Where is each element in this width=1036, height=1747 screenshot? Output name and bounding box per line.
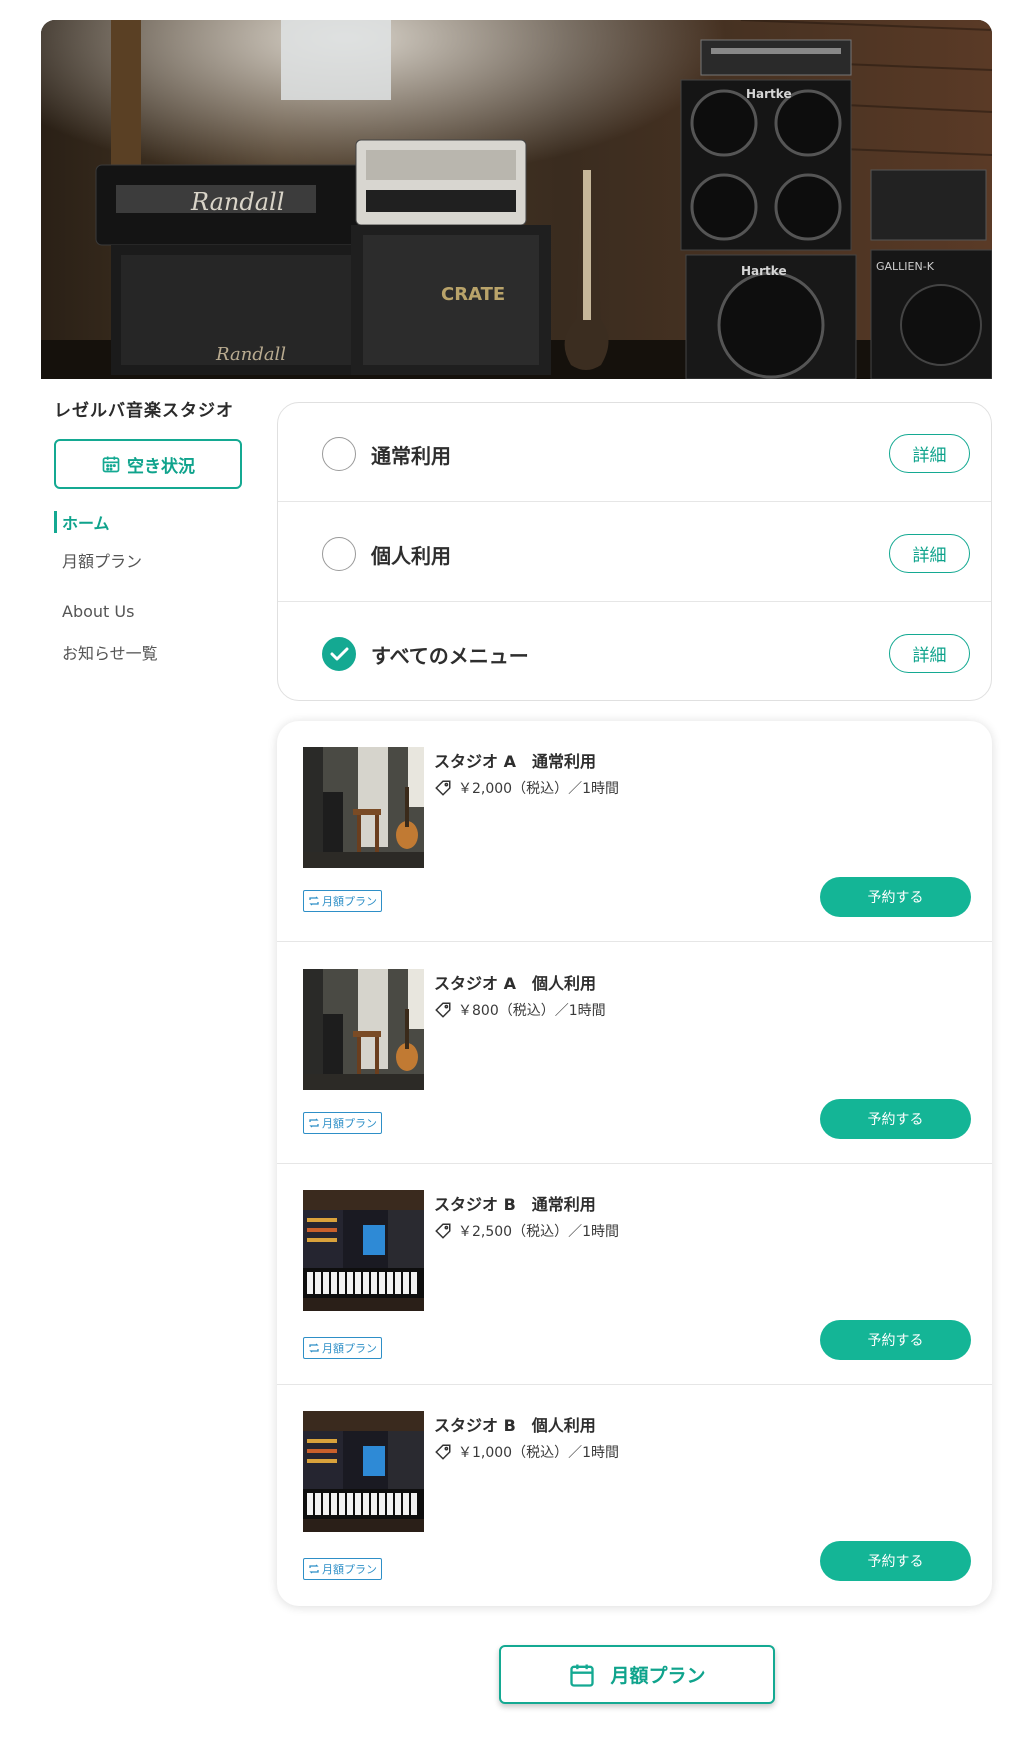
keyboard-studio-image bbox=[303, 1411, 424, 1532]
calendar-icon bbox=[102, 456, 120, 473]
nav-item-home[interactable]: ホーム bbox=[62, 510, 110, 534]
plan-title: スタジオ B 通常利用 bbox=[434, 1195, 596, 1214]
monthly-plan-badge: 月額プラン bbox=[303, 890, 382, 912]
monthly-plan-badge: 月額プラン bbox=[303, 1337, 382, 1359]
plan-title: スタジオ A 個人利用 bbox=[434, 974, 596, 993]
radio-unchecked-icon[interactable] bbox=[322, 537, 356, 571]
monthly-plan-badge-label: 月額プラン bbox=[322, 1563, 377, 1576]
price-tag-icon bbox=[435, 1002, 451, 1018]
plan-thumbnail bbox=[303, 1190, 424, 1311]
plan-price: ￥800（税込）／1時間 bbox=[434, 1000, 606, 1020]
price-tag-icon bbox=[435, 1444, 451, 1460]
filter-option-all-menu[interactable]: すべてのメニュー 詳細 bbox=[278, 603, 991, 700]
randall-logo: Randall bbox=[190, 188, 284, 216]
plan-card: スタジオ A 個人利用 ￥800（税込）／1時間 月額プラン 予約する bbox=[277, 943, 992, 1164]
filter-option-label: 個人利用 bbox=[371, 544, 451, 568]
svg-text:CRATE: CRATE bbox=[441, 284, 505, 305]
detail-button[interactable]: 詳細 bbox=[889, 634, 970, 673]
reserve-button[interactable]: 予約する bbox=[820, 1541, 971, 1581]
hero-image: Randall Randall CRATE Hartke Hartke GALL… bbox=[41, 20, 992, 379]
guitar-studio-image bbox=[303, 969, 424, 1090]
plan-price-text: ￥2,000（税込）／1時間 bbox=[458, 781, 619, 797]
keyboard-studio-image bbox=[303, 1190, 424, 1311]
monthly-plan-badge-label: 月額プラン bbox=[322, 895, 377, 908]
monthly-plan-badge: 月額プラン bbox=[303, 1112, 382, 1134]
monthly-plan-badge: 月額プラン bbox=[303, 1558, 382, 1580]
plan-price: ￥1,000（税込）／1時間 bbox=[434, 1442, 619, 1462]
monthly-plan-button-label: 月額プラン bbox=[610, 1665, 706, 1687]
studio-name: レゼルバ音楽スタジオ bbox=[54, 401, 234, 421]
filter-option-personal[interactable]: 個人利用 詳細 bbox=[278, 503, 991, 602]
plan-thumbnail bbox=[303, 747, 424, 868]
price-tag-icon bbox=[435, 780, 451, 796]
nav-item-news-list[interactable]: お知らせ一覧 bbox=[62, 640, 158, 664]
detail-button[interactable]: 詳細 bbox=[889, 534, 970, 573]
repeat-icon bbox=[309, 1118, 319, 1128]
repeat-icon bbox=[309, 1564, 319, 1574]
plan-price: ￥2,000（税込）／1時間 bbox=[434, 778, 619, 798]
plan-card: スタジオ B 通常利用 ￥2,500（税込）／1時間 月額プラン 予約する bbox=[277, 1164, 992, 1385]
filter-option-label: すべてのメニュー bbox=[371, 644, 529, 668]
availability-button[interactable]: 空き状況 bbox=[54, 439, 242, 489]
filter-option-normal[interactable]: 通常利用 詳細 bbox=[278, 403, 991, 502]
svg-text:Randall: Randall bbox=[215, 344, 286, 365]
filter-option-label: 通常利用 bbox=[371, 444, 451, 468]
nav-item-monthly-plan[interactable]: 月額プラン bbox=[62, 548, 142, 572]
nav-active-indicator bbox=[54, 511, 57, 533]
plan-list: スタジオ A 通常利用 ￥2,000（税込）／1時間 月額プラン 予約する スタ… bbox=[277, 721, 992, 1606]
reserve-button[interactable]: 予約する bbox=[820, 1099, 971, 1139]
plan-thumbnail bbox=[303, 1411, 424, 1532]
detail-button[interactable]: 詳細 bbox=[889, 434, 970, 473]
calendar-icon bbox=[570, 1664, 595, 1687]
reserve-button[interactable]: 予約する bbox=[820, 877, 971, 917]
plan-title: スタジオ A 通常利用 bbox=[434, 752, 596, 771]
repeat-icon bbox=[309, 896, 319, 906]
radio-checked-icon[interactable] bbox=[322, 637, 356, 671]
guitar-studio-image bbox=[303, 747, 424, 868]
svg-text:Hartke: Hartke bbox=[741, 264, 787, 278]
svg-text:Hartke: Hartke bbox=[746, 87, 792, 101]
plan-price-text: ￥800（税込）／1時間 bbox=[458, 1003, 606, 1019]
repeat-icon bbox=[309, 1343, 319, 1353]
monthly-plan-badge-label: 月額プラン bbox=[322, 1342, 377, 1355]
plan-title: スタジオ B 個人利用 bbox=[434, 1416, 596, 1435]
plan-price: ￥2,500（税込）／1時間 bbox=[434, 1221, 619, 1241]
plan-thumbnail bbox=[303, 969, 424, 1090]
check-icon bbox=[330, 647, 349, 661]
usage-filter-panel: 通常利用 詳細 個人利用 詳細 すべてのメニュー 詳細 bbox=[277, 402, 992, 701]
monthly-plan-button[interactable]: 月額プラン bbox=[499, 1645, 775, 1704]
hero-amplifiers-photo: Randall Randall CRATE Hartke Hartke GALL… bbox=[41, 20, 992, 379]
plan-card: スタジオ B 個人利用 ￥1,000（税込）／1時間 月額プラン 予約する bbox=[277, 1385, 992, 1606]
radio-unchecked-icon[interactable] bbox=[322, 437, 356, 471]
plan-price-text: ￥1,000（税込）／1時間 bbox=[458, 1445, 619, 1461]
svg-text:GALLIEN-K: GALLIEN-K bbox=[876, 260, 935, 273]
plan-price-text: ￥2,500（税込）／1時間 bbox=[458, 1224, 619, 1240]
nav-item-about-us[interactable]: About Us bbox=[62, 602, 134, 621]
availability-button-label: 空き状況 bbox=[127, 456, 195, 477]
monthly-plan-badge-label: 月額プラン bbox=[322, 1117, 377, 1130]
plan-card: スタジオ A 通常利用 ￥2,000（税込）／1時間 月額プラン 予約する bbox=[277, 721, 992, 942]
reserve-button[interactable]: 予約する bbox=[820, 1320, 971, 1360]
price-tag-icon bbox=[435, 1223, 451, 1239]
